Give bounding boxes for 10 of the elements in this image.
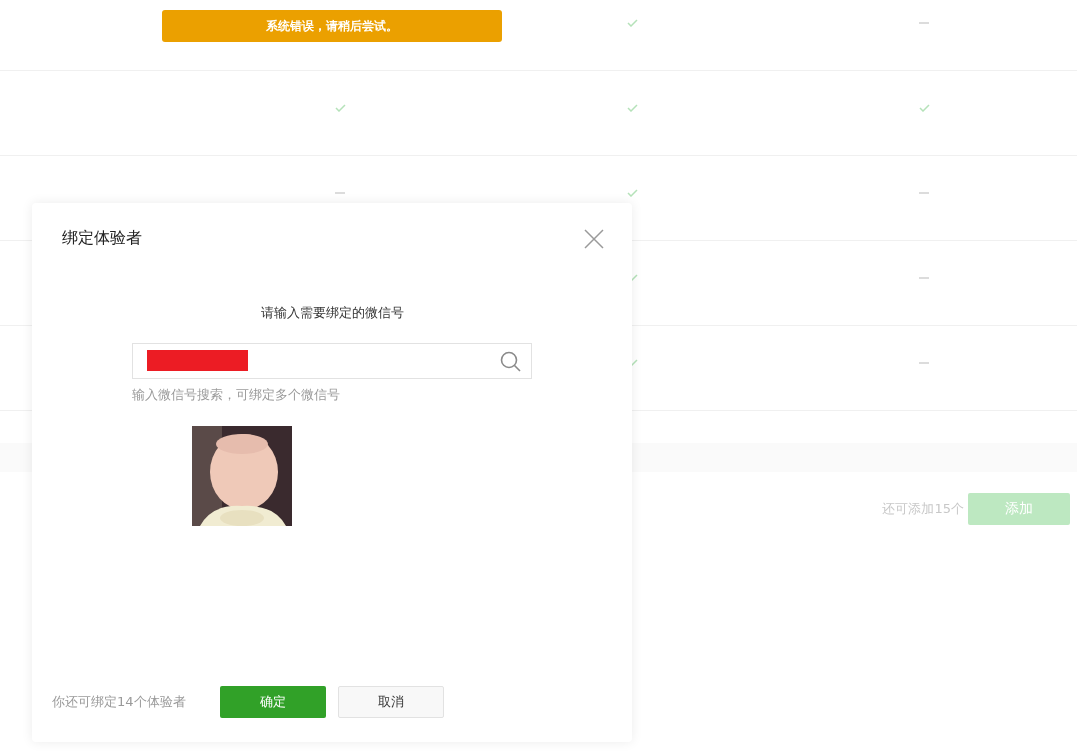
dialog-title: 绑定体验者 [62,228,142,249]
confirm-button[interactable]: 确定 [220,686,326,718]
hint-text: 输入微信号搜索，可绑定多个微信号 [132,386,341,404]
error-toast: 系统错误，请稍后尝试。 [162,10,502,42]
close-icon[interactable] [584,228,604,249]
cancel-button[interactable]: 取消 [338,686,444,718]
search-icon[interactable] [500,351,521,372]
prompt-text: 请输入需要绑定的微信号 [260,304,404,322]
remaining-count: 你还可绑定14个体验者 [52,693,187,711]
search-field[interactable] [132,343,532,379]
